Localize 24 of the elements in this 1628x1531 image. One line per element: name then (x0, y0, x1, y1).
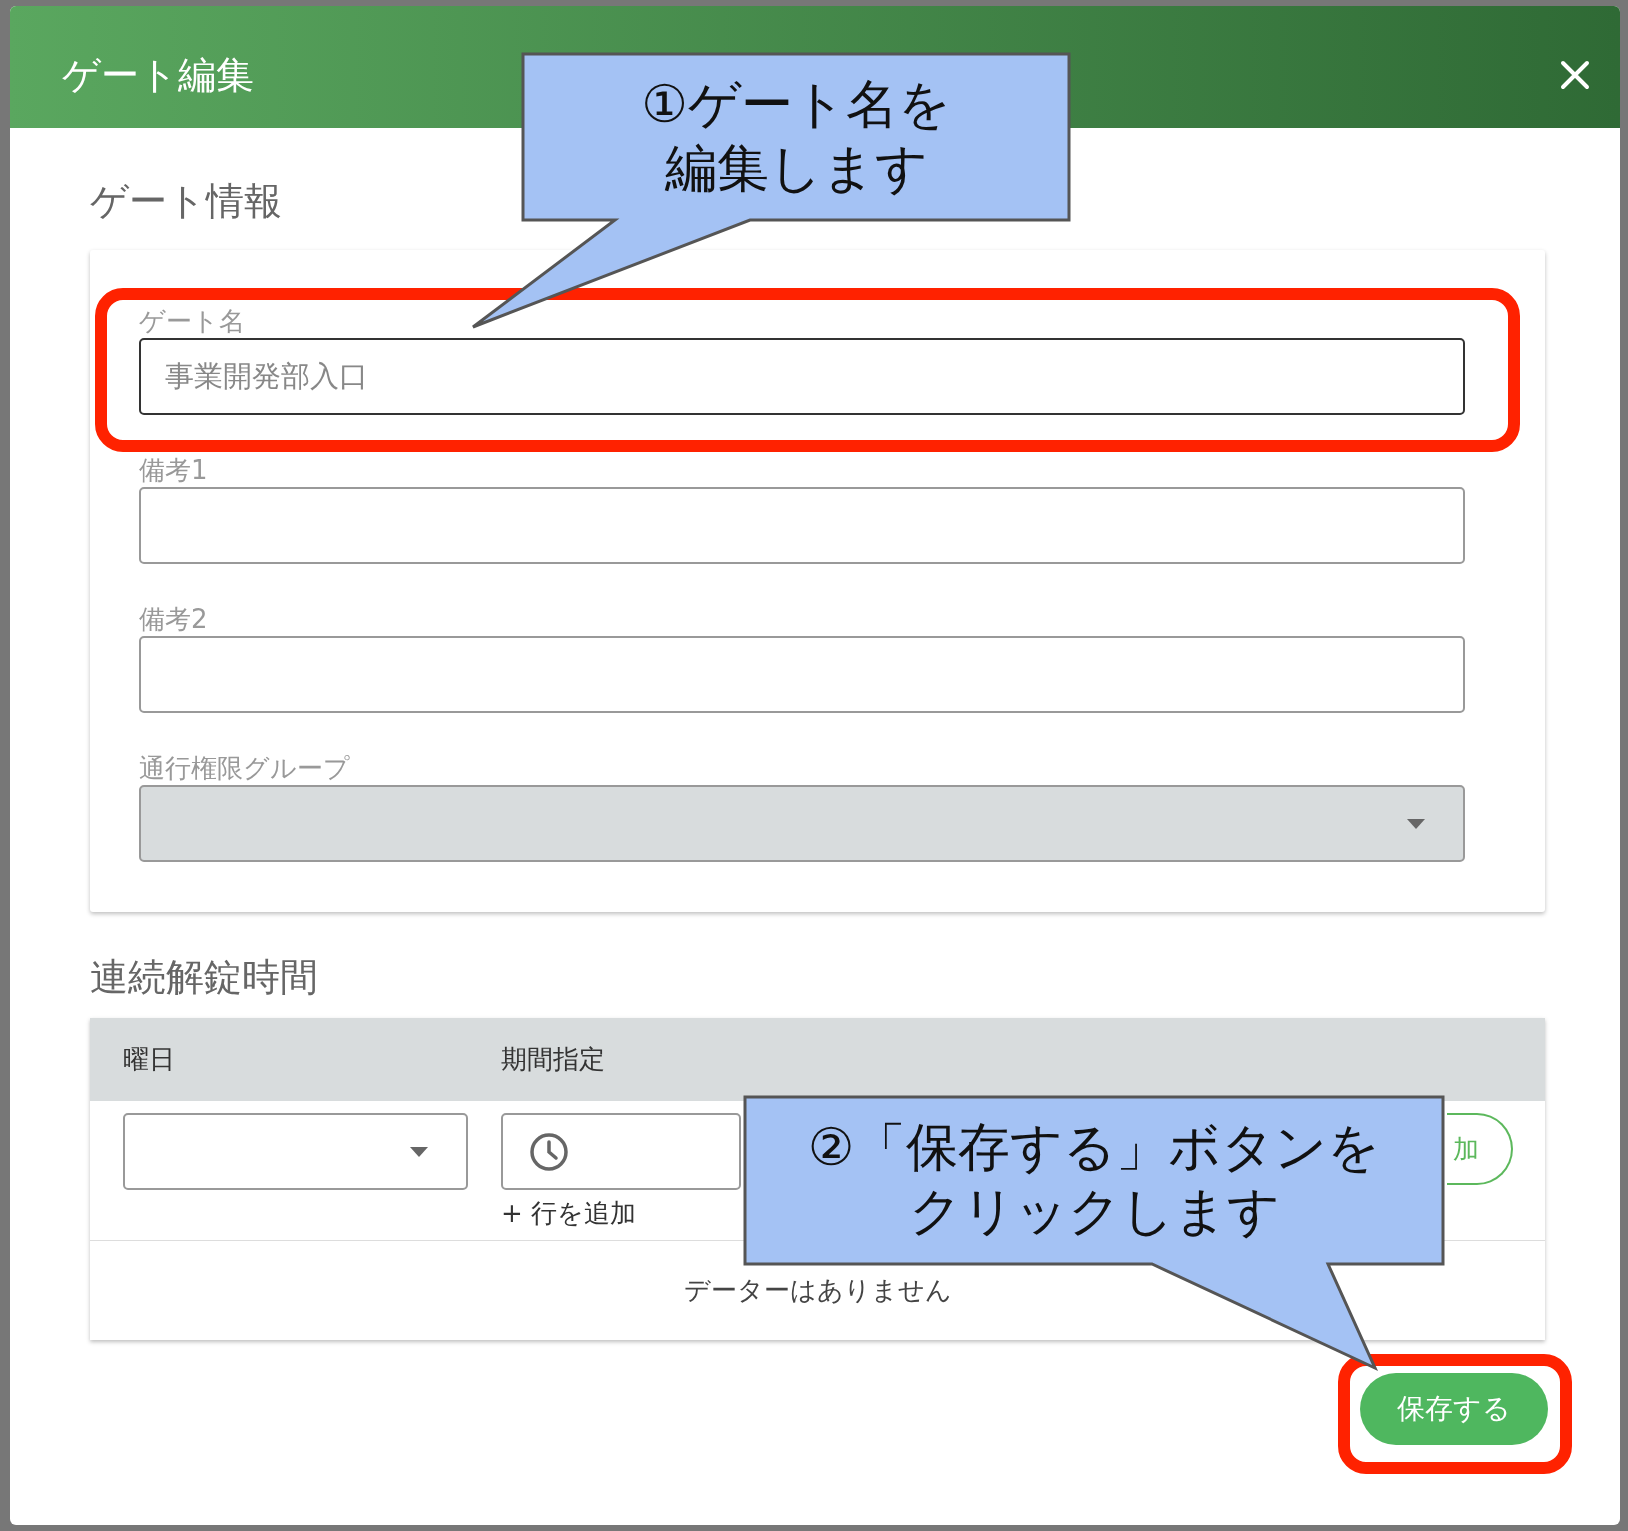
close-icon[interactable] (1560, 60, 1590, 90)
column-header: 曜日 (123, 1043, 176, 1076)
save-button[interactable]: 保存する (1360, 1373, 1548, 1445)
field-label: ゲート名 (139, 306, 246, 336)
field-label: 備考1 (139, 455, 209, 485)
field-label: 備考2 (139, 604, 209, 634)
callout-text: ②「保存する」ボタンを クリックします (806, 1116, 1382, 1243)
input-field[interactable] (139, 487, 1465, 564)
section-heading: 連続解錠時間 (90, 954, 319, 1000)
caret-icon (1407, 818, 1425, 829)
field-label: 通行権限グループ (139, 753, 351, 783)
add-button[interactable]: 加 (1447, 1113, 1513, 1185)
caret-icon (410, 1146, 428, 1157)
add-row-link[interactable]: + 行を追加 (501, 1196, 741, 1230)
input-field[interactable]: 事業開発部入口 (139, 338, 1465, 415)
input-field[interactable] (139, 636, 1465, 713)
empty-message: データーはありません (683, 1274, 952, 1307)
section-heading: ゲート情報 (90, 178, 283, 224)
column-header: 期間指定 (501, 1043, 605, 1076)
dialog-title: ゲート編集 (62, 51, 254, 99)
clock-icon (529, 1131, 569, 1172)
callout-text: ①ゲート名を 編集します (640, 73, 952, 200)
time-field[interactable] (501, 1113, 741, 1190)
select-field[interactable] (123, 1113, 468, 1190)
